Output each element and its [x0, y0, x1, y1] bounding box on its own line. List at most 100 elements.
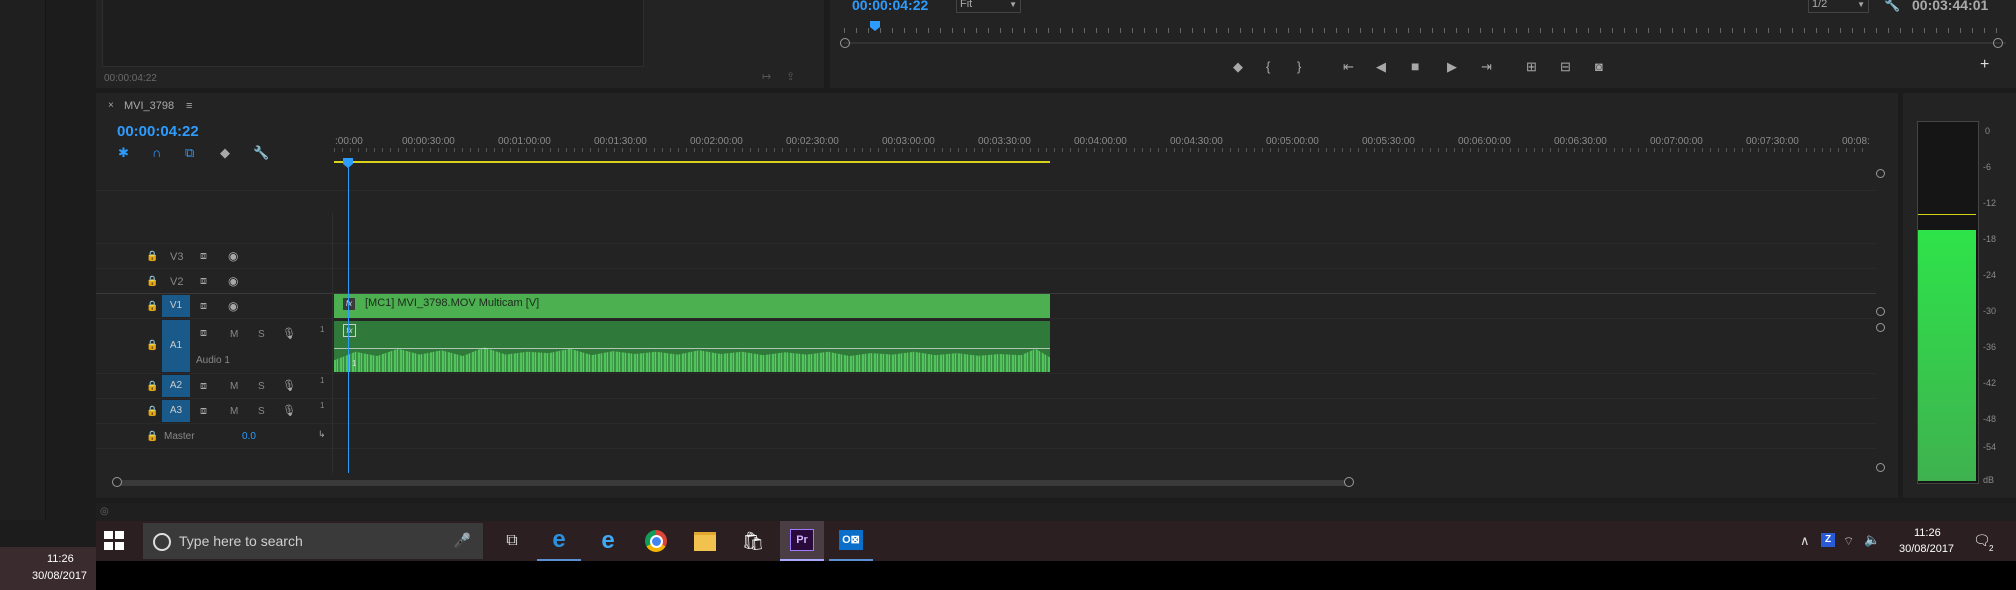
camera-icon[interactable]: ◙ [1595, 60, 1603, 74]
internet-explorer-icon[interactable]: e [586, 521, 630, 561]
microphone-icon[interactable]: 🎤 [454, 532, 471, 549]
resolution-select[interactable]: 1/2 ▼ [1808, 0, 1869, 13]
source-timecode[interactable]: 00:00:04:22 [104, 73, 157, 84]
hscroll-left-handle[interactable] [112, 477, 122, 487]
horizontal-scrollbar[interactable] [116, 480, 1350, 486]
chrome-icon[interactable] [634, 521, 678, 561]
track-v1-target[interactable]: V1 [162, 295, 190, 317]
solo-button[interactable]: S [258, 381, 265, 392]
video-clip[interactable]: fx [MC1] MVI_3798.MOV Multicam [V] [334, 294, 1050, 318]
mute-button[interactable]: M [230, 406, 238, 417]
work-area-bar[interactable] [334, 161, 1050, 163]
linked-selection-icon[interactable]: ⧉ [185, 146, 194, 160]
go-to-in-icon[interactable]: ⇤ [1343, 60, 1354, 74]
mark-out-icon[interactable]: } [1297, 60, 1301, 74]
solo-button[interactable]: S [258, 329, 265, 340]
nest-icon[interactable]: ✱ [118, 146, 129, 160]
search-box[interactable]: Type here to search 🎤 [143, 523, 483, 559]
audio-volume-line[interactable] [334, 348, 1050, 349]
sequence-timecode[interactable]: 00:00:04:22 [117, 123, 199, 140]
ruler-label: 00:07:00:00 [1650, 136, 1703, 147]
step-back-icon[interactable]: ◀ [1376, 60, 1386, 74]
sync-lock-icon[interactable]: ⧈ [200, 379, 207, 393]
wrench-icon[interactable]: 🔧 [1884, 0, 1900, 12]
tray-app-icon[interactable]: Z [1821, 533, 1835, 547]
zoom-handle-left[interactable] [840, 38, 850, 48]
snap-icon[interactable]: ∩ [152, 146, 161, 160]
outlook-icon[interactable]: O⊠ [829, 521, 873, 561]
track-a2-target[interactable]: A2 [162, 375, 190, 397]
edge-icon[interactable]: e [537, 521, 581, 561]
eye-icon[interactable]: ◉ [228, 274, 238, 288]
program-timecode[interactable]: 00:00:04:22 [852, 0, 928, 13]
timeline-settings-wrench-icon[interactable]: 🔧 [253, 146, 269, 160]
sync-lock-icon[interactable]: ⧈ [200, 404, 207, 418]
lock-icon[interactable]: 🔒 [146, 275, 158, 289]
premiere-pro-icon[interactable]: Pr [780, 521, 824, 561]
insert-icon[interactable]: ↦ [762, 70, 771, 84]
step-forward-icon[interactable]: ▶ [1447, 60, 1457, 74]
program-zoom-bar[interactable] [844, 42, 2006, 44]
chevron-up-icon[interactable]: ∧ [1800, 534, 1810, 548]
lock-icon[interactable]: 🔒 [146, 380, 158, 394]
mute-button[interactable]: M [230, 381, 238, 392]
stop-icon[interactable]: ■ [1411, 59, 1419, 73]
add-button-icon[interactable]: + [1980, 57, 1989, 73]
program-scrub-ruler[interactable] [844, 22, 2006, 34]
hscroll-right-handle[interactable] [1344, 477, 1354, 487]
video-scroll-top-handle[interactable] [1876, 169, 1885, 178]
taskbar-time[interactable]: 11:26 [1914, 527, 1941, 539]
lock-icon[interactable]: 🔒 [146, 430, 158, 444]
start-button[interactable] [104, 531, 126, 551]
sequence-tab[interactable]: MVI_3798 [124, 100, 174, 112]
lock-icon[interactable]: 🔒 [146, 250, 158, 264]
track-v3-label[interactable]: V3 [170, 251, 183, 263]
zoom-select[interactable]: Fit ▼ [956, 0, 1021, 13]
export-frame-icon[interactable]: ⇪ [786, 70, 795, 84]
task-view-icon[interactable]: ⧉ [490, 521, 534, 561]
network-icon[interactable]: ⌔ [1843, 534, 1854, 548]
microphone-icon[interactable]: 🎙 [282, 379, 296, 393]
track-a3-target[interactable]: A3 [162, 400, 190, 422]
timeline-playhead-line[interactable] [348, 165, 349, 473]
solo-button[interactable]: S [258, 406, 265, 417]
sync-lock-icon[interactable]: ⧈ [200, 299, 207, 313]
audio-scroll-top-handle[interactable] [1876, 323, 1885, 332]
db-label: -24 [1983, 270, 1997, 280]
go-to-out-icon[interactable]: ⇥ [1481, 60, 1492, 74]
mark-in-icon[interactable]: { [1266, 60, 1270, 74]
lift-icon[interactable]: ⊞ [1526, 60, 1537, 74]
add-marker-icon[interactable]: ◆ [1233, 60, 1243, 74]
close-icon[interactable]: × [108, 99, 114, 113]
eye-icon[interactable]: ◉ [228, 249, 238, 263]
tab-menu-icon[interactable]: ≡ [186, 99, 192, 113]
eye-icon[interactable]: ◉ [228, 299, 238, 313]
video-scroll-bottom-handle[interactable] [1876, 307, 1885, 316]
extract-icon[interactable]: ⊟ [1560, 60, 1571, 74]
lock-icon[interactable]: 🔒 [146, 339, 158, 353]
volume-icon[interactable]: 🔈 [1864, 533, 1880, 547]
add-marker-icon[interactable]: ◆ [220, 146, 230, 160]
track-a1-target[interactable]: A1 [162, 320, 190, 372]
zoom-handle-right[interactable] [1993, 38, 2003, 48]
mute-button[interactable]: M [230, 329, 238, 340]
lock-icon[interactable]: 🔒 [146, 300, 158, 314]
master-volume-value[interactable]: 0.0 [242, 431, 256, 442]
premiere-logo: Pr [790, 529, 814, 551]
microphone-icon[interactable]: 🎙 [282, 327, 296, 341]
sync-lock-icon[interactable]: ⧈ [200, 274, 207, 288]
track-header-divider [332, 213, 333, 473]
file-explorer-icon[interactable] [683, 521, 727, 561]
sync-lock-icon[interactable]: ⧈ [200, 326, 207, 340]
audio-scroll-bottom-handle[interactable] [1876, 463, 1885, 472]
lock-icon[interactable]: 🔒 [146, 405, 158, 419]
taskbar-date[interactable]: 30/08/2017 [1899, 543, 1954, 555]
ruler-label: 00:08: [1842, 136, 1870, 147]
ruler-label: 00:07:30:00 [1746, 136, 1799, 147]
sync-lock-icon[interactable]: ⧈ [200, 249, 207, 263]
microphone-icon[interactable]: 🎙 [282, 404, 296, 418]
store-icon[interactable]: 🛍 [731, 521, 775, 561]
channel-icon[interactable]: ↳ [318, 427, 326, 441]
audio-clip[interactable]: fx 1 [334, 321, 1050, 372]
track-v2-label[interactable]: V2 [170, 276, 183, 288]
